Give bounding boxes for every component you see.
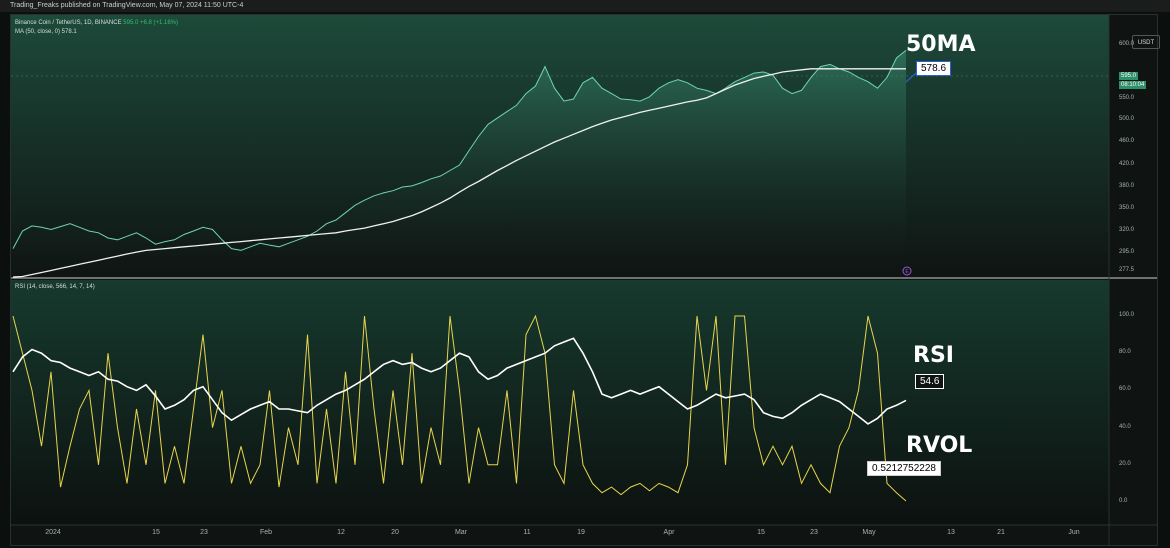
countdown-badge: 08:10:04 [1119,81,1147,89]
price-axis-tick: 420.0 [1119,161,1135,167]
price-axis-tick: 380.0 [1119,183,1135,189]
indicator-axis-tick: 60.0 [1119,386,1131,393]
time-axis-tick: 19 [577,529,585,536]
indicator-axis-tick: 20.0 [1119,460,1131,467]
indicator-axis-tick: 0.0 [1119,498,1128,504]
time-axis-tick: 15 [757,529,765,536]
time-axis-tick: 23 [200,529,208,536]
price-axis-tick: 460.0 [1119,138,1135,144]
price-axis-tick: 295.0 [1119,249,1135,255]
ma-title-annotation: 50MA [906,32,976,57]
ma-value-callout: 578.6 [916,61,952,76]
time-axis-tick: Mar [454,529,468,536]
symbol-legend-quote: 595.0 +6.8 (+1.16%) [123,20,178,26]
rvol-title-annotation: RVOL [906,433,973,458]
time-axis-tick: 12 [337,529,345,536]
time-axis-tick: 2024 [45,529,61,536]
time-axis-tick: Feb [259,529,273,536]
time-axis-tick: 20 [391,529,399,536]
time-axis-tick: Jun [1068,529,1080,536]
symbol-legend-name: Binance Coin / TetherUS, 1D, BINANCE [15,20,122,26]
ma-legend[interactable]: MA (50, close, 0) 578.1 [15,29,77,35]
rsi-value-callout: 54.6 [915,374,945,389]
indicator-axis-tick: 40.0 [1119,423,1131,430]
indicator-pane-bg [11,280,1109,524]
time-axis-tick: 11 [523,529,531,536]
price-axis-tick: 350.0 [1119,205,1135,211]
rsi-legend[interactable]: RSI (14, close, 566, 14, 7, 14) [15,284,95,290]
chart-frame: E Binance Coin / TetherUS, 1D, BINANCE 5… [10,14,1160,546]
rvol-value-callout: 0.5212752228 [867,461,941,476]
price-axis-tick: 277.5 [1119,267,1135,273]
time-axis-tick: May [862,529,876,536]
indicator-axis-tick: 80.0 [1119,349,1131,356]
last-price-badge: 595.0 [1119,72,1139,80]
time-axis-tick: 23 [810,529,818,536]
time-axis-tick: 21 [997,529,1005,536]
time-axis-tick: Apr [663,529,675,536]
rsi-title-annotation: RSI [913,343,954,368]
price-axis-tick: 320.0 [1119,227,1135,233]
currency-button[interactable]: USDT [1132,35,1160,49]
price-axis-tick: 500.0 [1119,116,1135,122]
indicator-axis-tick: 100.0 [1119,312,1135,318]
time-axis-tick: 13 [947,529,955,536]
price-axis-tick: 600.0 [1119,41,1135,47]
chart-canvas[interactable]: E [11,15,1157,545]
price-axis-tick: 550.0 [1119,95,1135,101]
time-axis-tick: 15 [152,529,160,536]
symbol-legend[interactable]: Binance Coin / TetherUS, 1D, BINANCE 595… [15,20,178,26]
publish-header: Trading_Freaks published on TradingView.… [0,0,1170,12]
